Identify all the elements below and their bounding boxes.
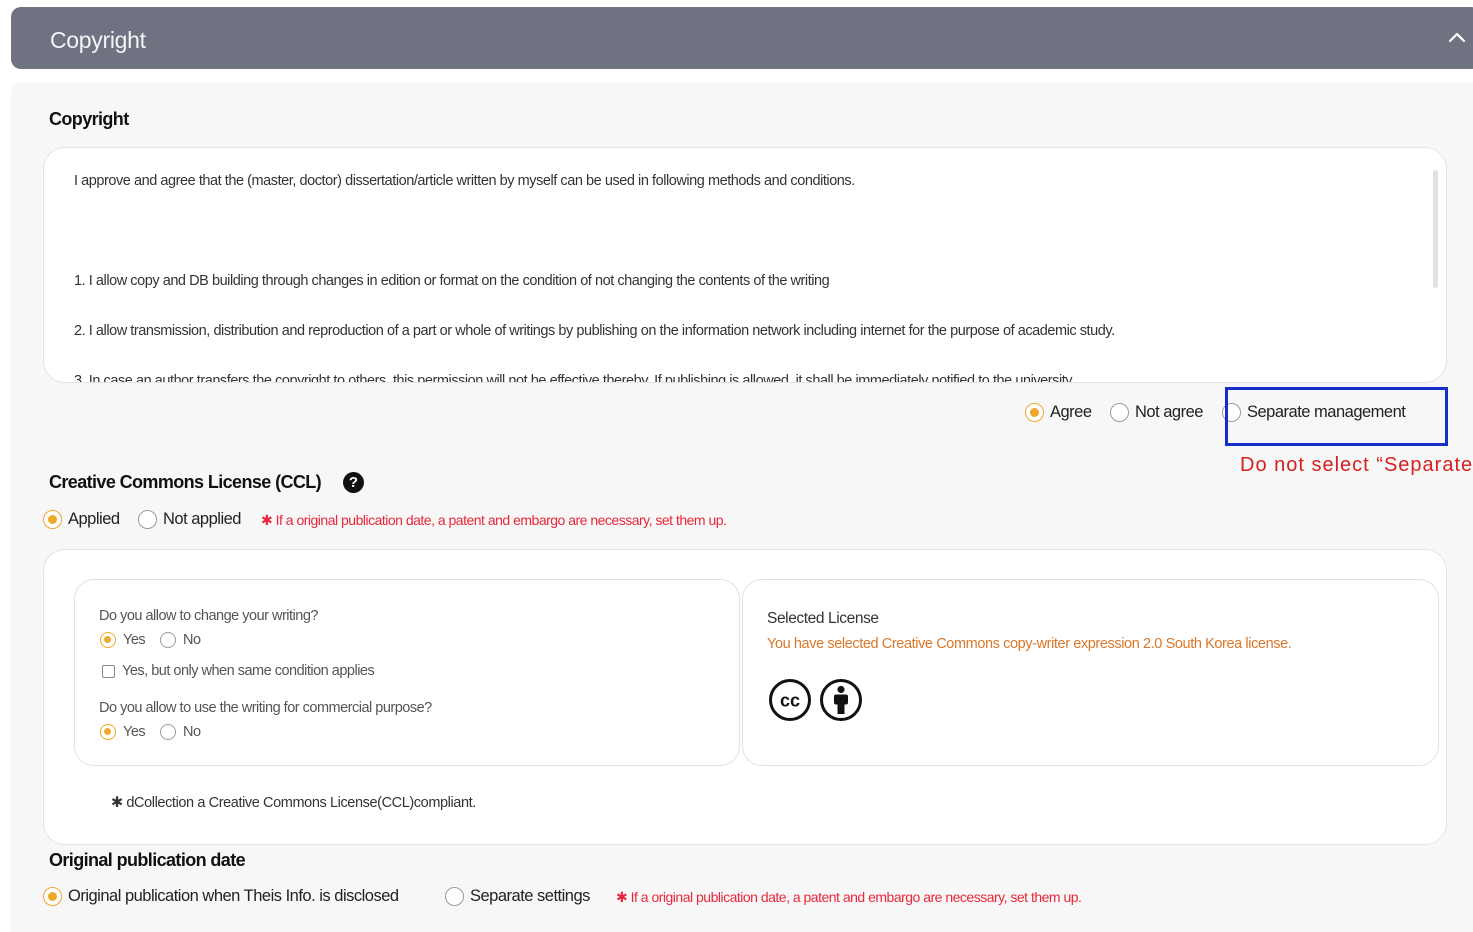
highlight-box <box>1225 387 1448 446</box>
commercial-no-radio[interactable]: No <box>160 724 201 740</box>
original-pub-warning-note: ✱ If a original publication date, a pate… <box>616 889 1082 905</box>
question-circle-icon[interactable]: ? <box>343 472 364 493</box>
chevron-up-icon[interactable] <box>1447 28 1467 48</box>
radio-icon[interactable] <box>138 510 157 529</box>
terms-item-2: 2. I allow transmission, distribution an… <box>74 323 1115 339</box>
terms-scrollbar[interactable] <box>1433 170 1438 288</box>
change-no-radio[interactable]: No <box>160 632 201 648</box>
ccl-warning-note: ✱ If a original publication date, a pate… <box>261 512 727 528</box>
section-title: Copyright <box>50 27 146 53</box>
separate-settings-label: Separate settings <box>470 887 590 905</box>
ccl-applied-radio[interactable]: Applied <box>43 510 120 529</box>
checkbox-icon[interactable] <box>102 664 115 678</box>
yes-label: Yes <box>123 632 146 648</box>
commercial-question: Do you allow to use the writing for comm… <box>99 700 432 716</box>
no-label: No <box>183 632 201 648</box>
radio-selected-icon[interactable] <box>1025 403 1044 422</box>
terms-item-1: 1. I allow copy and DB building through … <box>74 273 830 289</box>
yes-label: Yes <box>123 724 146 740</box>
radio-selected-icon[interactable] <box>43 887 62 906</box>
copyright-heading: Copyright <box>49 109 129 129</box>
terms-item-3: 3. In case an author transfers the copyr… <box>74 373 1075 383</box>
separate-settings-radio[interactable]: Separate settings <box>445 887 590 906</box>
copyright-terms-box[interactable]: I approve and agree that the (master, do… <box>43 147 1447 383</box>
same-condition-checkbox[interactable]: Yes, but only when same condition applie… <box>102 663 375 679</box>
ccl-heading: Creative Commons License (CCL) <box>49 472 322 492</box>
by-attribution-icon <box>820 679 862 721</box>
ccl-not-applied-radio[interactable]: Not applied <box>138 510 241 529</box>
radio-icon[interactable] <box>160 724 176 740</box>
original-pub-disclosed-radio[interactable]: Original publication when Theis Info. is… <box>43 887 399 906</box>
not-applied-label: Not applied <box>163 510 241 528</box>
radio-selected-icon[interactable] <box>43 510 62 529</box>
not-agree-radio[interactable]: Not agree <box>1110 403 1203 422</box>
radio-selected-icon[interactable] <box>100 724 116 740</box>
annotation-warning: Do not select “Separate <box>1240 454 1473 476</box>
ccl-compliance-note: ✱ dCollection a Creative Commons License… <box>111 795 476 811</box>
applied-label: Applied <box>68 510 120 528</box>
radio-icon[interactable] <box>1110 403 1129 422</box>
terms-intro: I approve and agree that the (master, do… <box>74 173 855 189</box>
disclosed-label: Original publication when Theis Info. is… <box>68 887 399 905</box>
svg-text:cc: cc <box>780 691 800 711</box>
radio-selected-icon[interactable] <box>100 632 116 648</box>
agree-radio[interactable]: Agree <box>1025 403 1092 422</box>
selected-license-title: Selected License <box>767 610 879 627</box>
copyright-section-header[interactable]: Copyright <box>11 7 1473 69</box>
selected-license-card <box>742 579 1439 766</box>
same-condition-label: Yes, but only when same condition applie… <box>122 663 375 679</box>
not-agree-label: Not agree <box>1135 403 1203 421</box>
change-yes-radio[interactable]: Yes <box>100 632 146 648</box>
agree-label: Agree <box>1050 403 1092 421</box>
cc-icon: cc <box>769 679 811 721</box>
commercial-yes-radio[interactable]: Yes <box>100 724 146 740</box>
radio-icon[interactable] <box>160 632 176 648</box>
no-label: No <box>183 724 201 740</box>
change-question: Do you allow to change your writing? <box>99 608 318 624</box>
selected-license-text: You have selected Creative Commons copy-… <box>767 636 1292 652</box>
radio-icon[interactable] <box>445 887 464 906</box>
original-pub-heading: Original publication date <box>49 850 246 870</box>
